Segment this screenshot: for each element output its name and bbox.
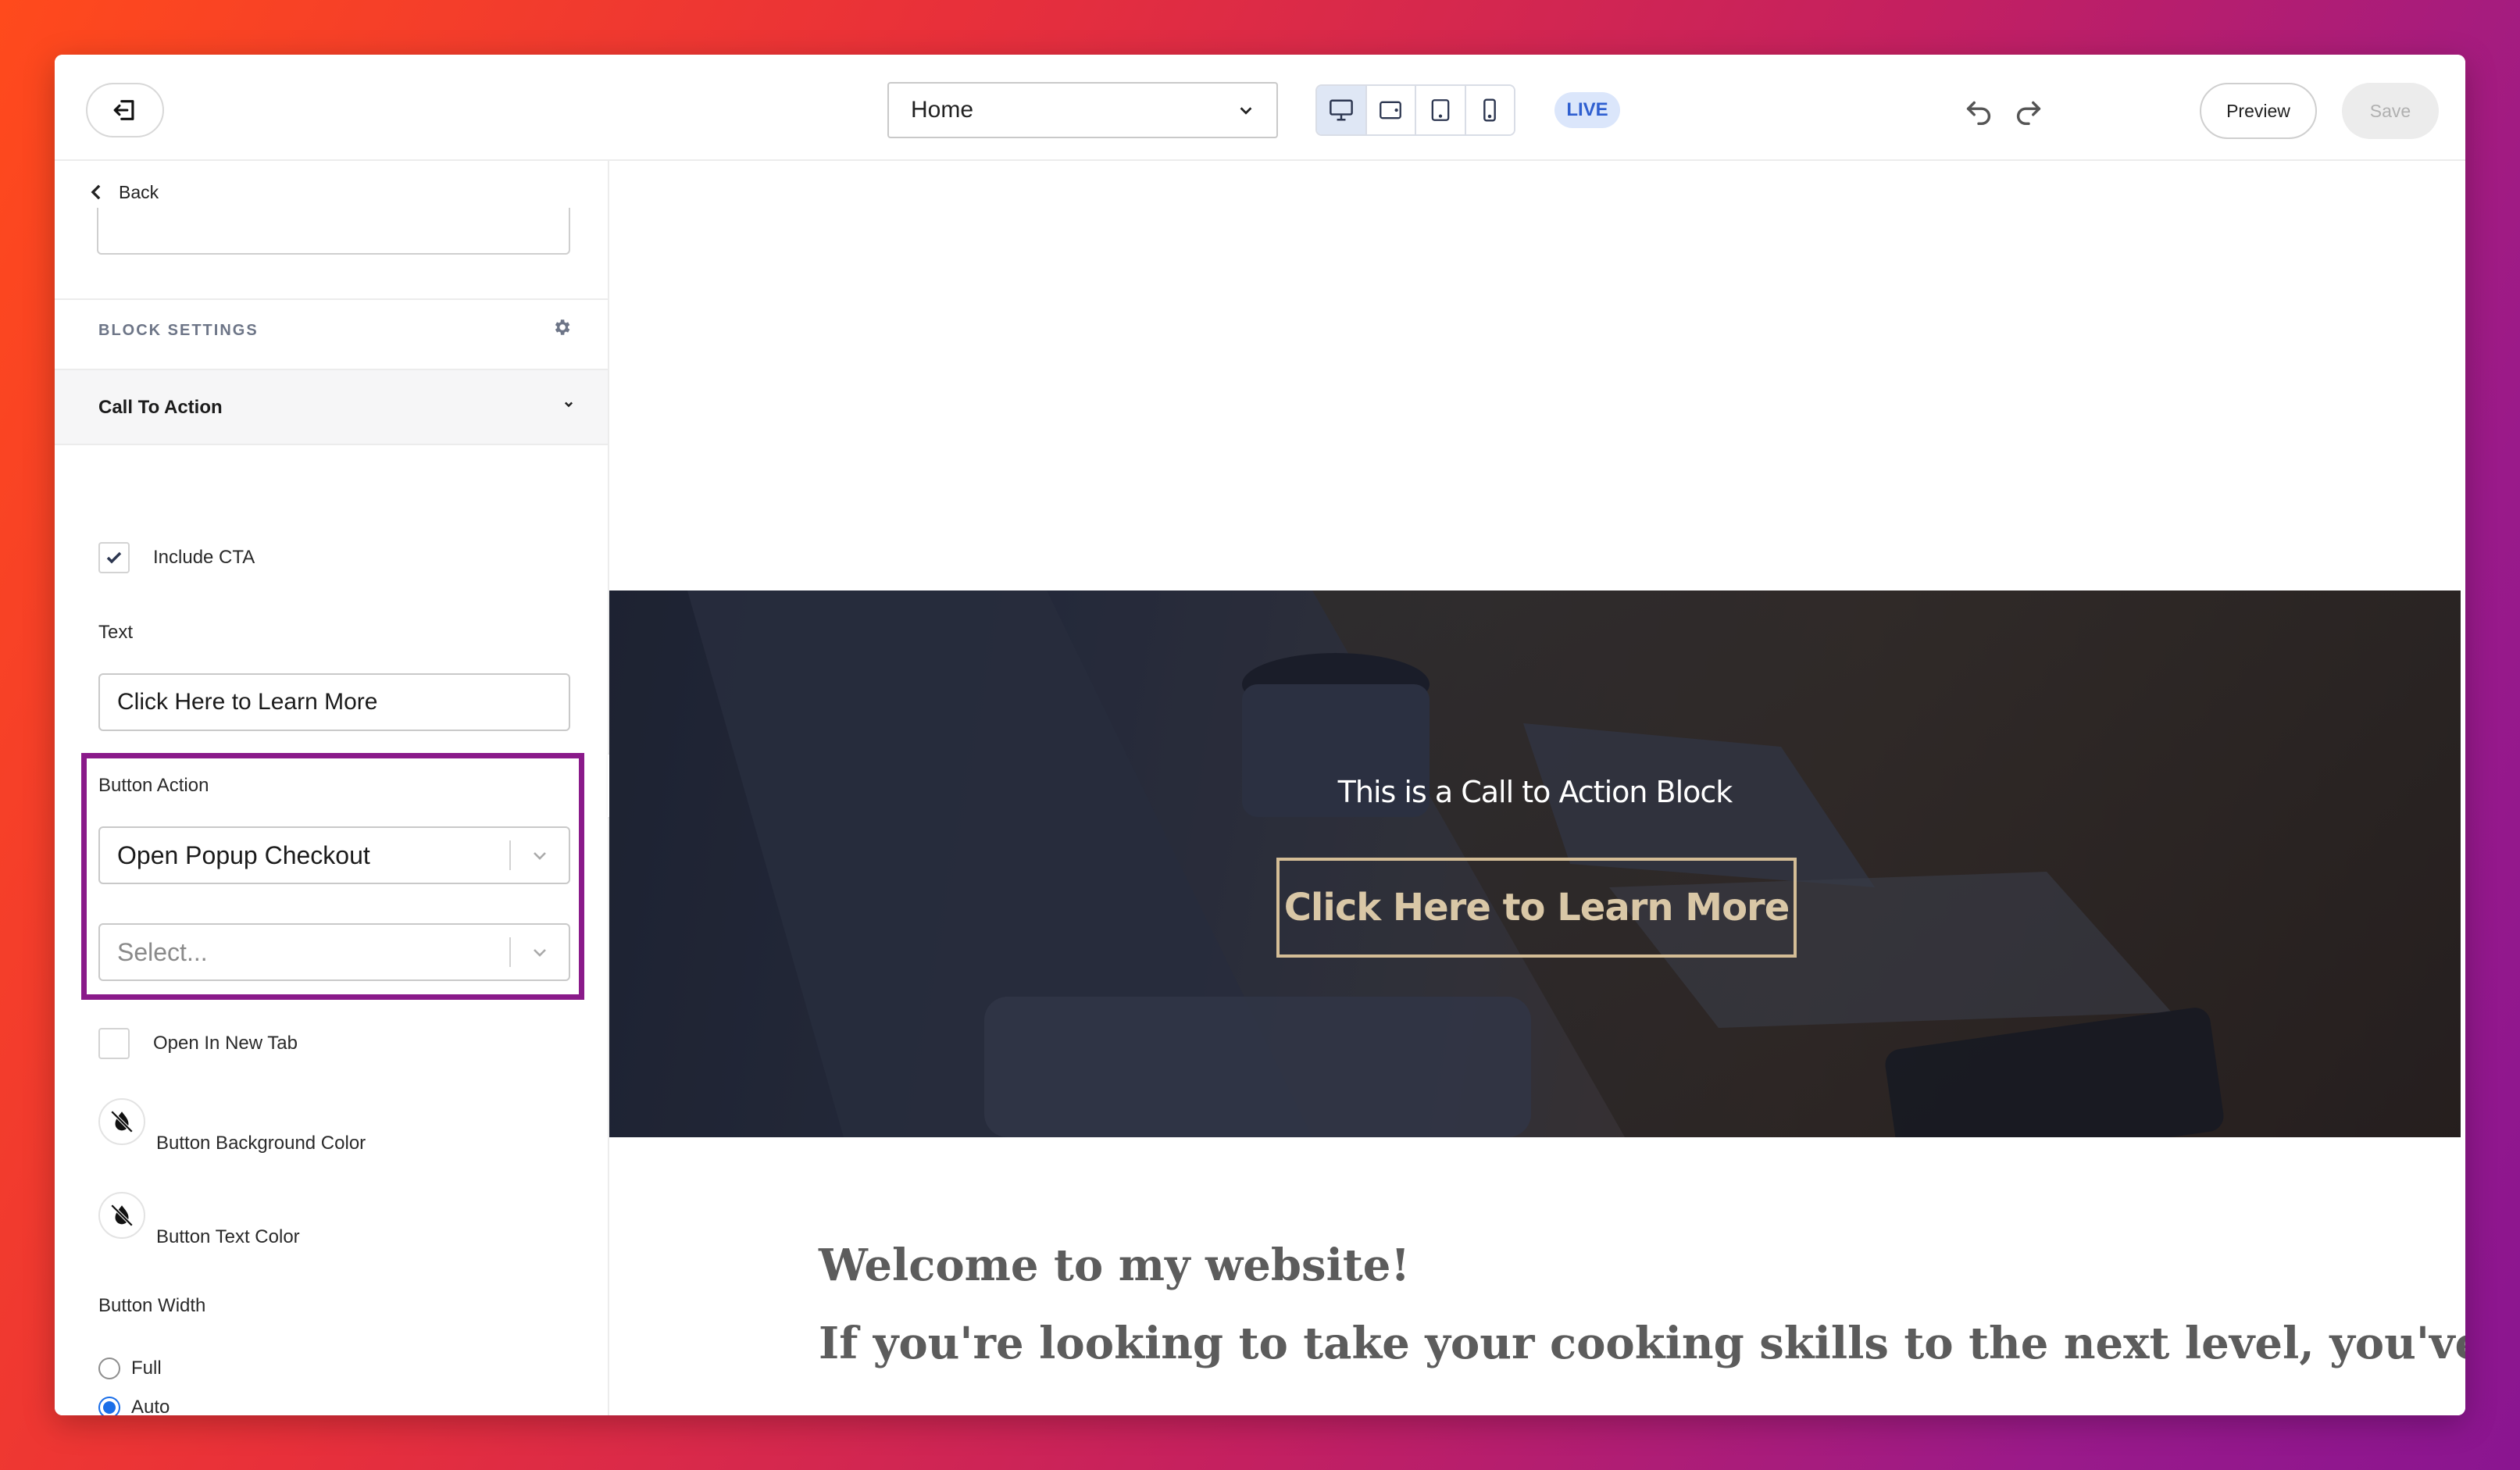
include-cta-row: Include CTA [98, 542, 255, 573]
width-option-full[interactable]: Full [98, 1358, 162, 1379]
secondary-select-placeholder: Select... [117, 937, 208, 966]
back-link[interactable]: Back [89, 177, 159, 208]
width-option-auto[interactable]: Auto [98, 1397, 170, 1415]
width-auto-radio[interactable] [98, 1397, 120, 1415]
redo-button[interactable] [2011, 94, 2047, 130]
top-toolbar: Home LIVE Preview Save [55, 55, 2465, 161]
block-settings-heading: BLOCK SETTINGS [98, 322, 259, 339]
cta-section-header[interactable]: Call To Action [55, 369, 608, 445]
undo-button[interactable] [1961, 94, 1997, 130]
button-text-color-label: Button Text Color [156, 1226, 300, 1247]
button-action-select[interactable]: Open Popup Checkout [98, 826, 570, 884]
no-color-icon [110, 1204, 134, 1227]
cta-button[interactable]: Click Here to Learn More [1276, 858, 1797, 958]
device-desktop-button[interactable] [1317, 86, 1367, 134]
button-bg-color-row: Button Background Color [98, 1098, 366, 1154]
tablet-portrait-icon [1431, 99, 1450, 121]
page-select-value: Home [911, 97, 974, 123]
include-cta-label: Include CTA [153, 547, 255, 568]
button-text-color-picker[interactable] [98, 1192, 145, 1239]
include-cta-checkbox[interactable] [98, 542, 130, 573]
tablet-landscape-icon [1380, 101, 1402, 120]
save-button[interactable]: Save [2342, 83, 2439, 139]
redo-icon [2016, 101, 2041, 126]
text-field-label: Text [98, 622, 134, 643]
width-full-radio[interactable] [98, 1358, 120, 1379]
cta-text-input[interactable]: Click Here to Learn More [98, 673, 570, 731]
device-tablet-portrait-button[interactable] [1416, 86, 1466, 134]
secondary-select[interactable]: Select... [98, 923, 570, 981]
button-text-color-row: Button Text Color [98, 1192, 300, 1247]
open-new-tab-checkbox[interactable] [98, 1028, 130, 1059]
no-color-icon [110, 1110, 134, 1133]
divider [55, 298, 608, 300]
desktop-icon [1329, 99, 1353, 121]
chevron-down-icon [1240, 107, 1252, 115]
gear-icon[interactable] [551, 317, 572, 337]
welcome-heading: Welcome to my website! [819, 1240, 1410, 1291]
page-select[interactable]: Home [887, 82, 1278, 138]
undo-icon [1966, 101, 1991, 126]
preview-button[interactable]: Preview [2200, 83, 2317, 139]
welcome-text: If you're looking to take your cooking s… [819, 1318, 2465, 1369]
editor-window: Home LIVE Preview Save Back BLOCK SETTIN… [55, 55, 2465, 1415]
device-switcher [1315, 84, 1515, 136]
cta-title: This is a Call to Action Block [1337, 775, 1733, 809]
cta-block[interactable]: This is a Call to Action Block Click Her… [609, 590, 2461, 1137]
back-label: Back [119, 181, 159, 202]
button-bg-color-label: Button Background Color [156, 1133, 366, 1154]
cta-section-title: Call To Action [98, 397, 223, 418]
partial-input-field[interactable] [97, 208, 570, 255]
settings-sidebar: Back BLOCK SETTINGS Call To Action Inclu… [55, 161, 609, 1415]
device-tablet-landscape-button[interactable] [1366, 86, 1416, 134]
checkmark-icon [106, 551, 122, 564]
select-arrow[interactable] [511, 943, 569, 962]
chevron-left-icon [91, 184, 101, 200]
select-arrow[interactable] [511, 846, 569, 865]
welcome-section: Welcome to my website! If you're looking… [819, 1226, 2465, 1383]
open-new-tab-row: Open In New Tab [98, 1028, 298, 1059]
button-action-label: Button Action [98, 775, 209, 796]
page-canvas: This is a Call to Action Block Click Her… [609, 161, 2465, 1415]
device-mobile-button[interactable] [1465, 86, 1514, 134]
button-bg-color-picker[interactable] [98, 1098, 145, 1145]
width-auto-label: Auto [131, 1397, 170, 1415]
exit-button[interactable] [86, 83, 164, 137]
chevron-down-icon [534, 852, 546, 860]
chevron-down-icon [564, 401, 573, 408]
open-new-tab-label: Open In New Tab [153, 1033, 298, 1054]
width-full-label: Full [131, 1358, 162, 1379]
live-badge: LIVE [1554, 92, 1620, 128]
button-action-value: Open Popup Checkout [117, 840, 370, 869]
exit-icon [113, 100, 134, 120]
mobile-icon [1483, 98, 1497, 122]
chevron-down-icon [534, 949, 546, 957]
button-width-label: Button Width [98, 1295, 206, 1316]
